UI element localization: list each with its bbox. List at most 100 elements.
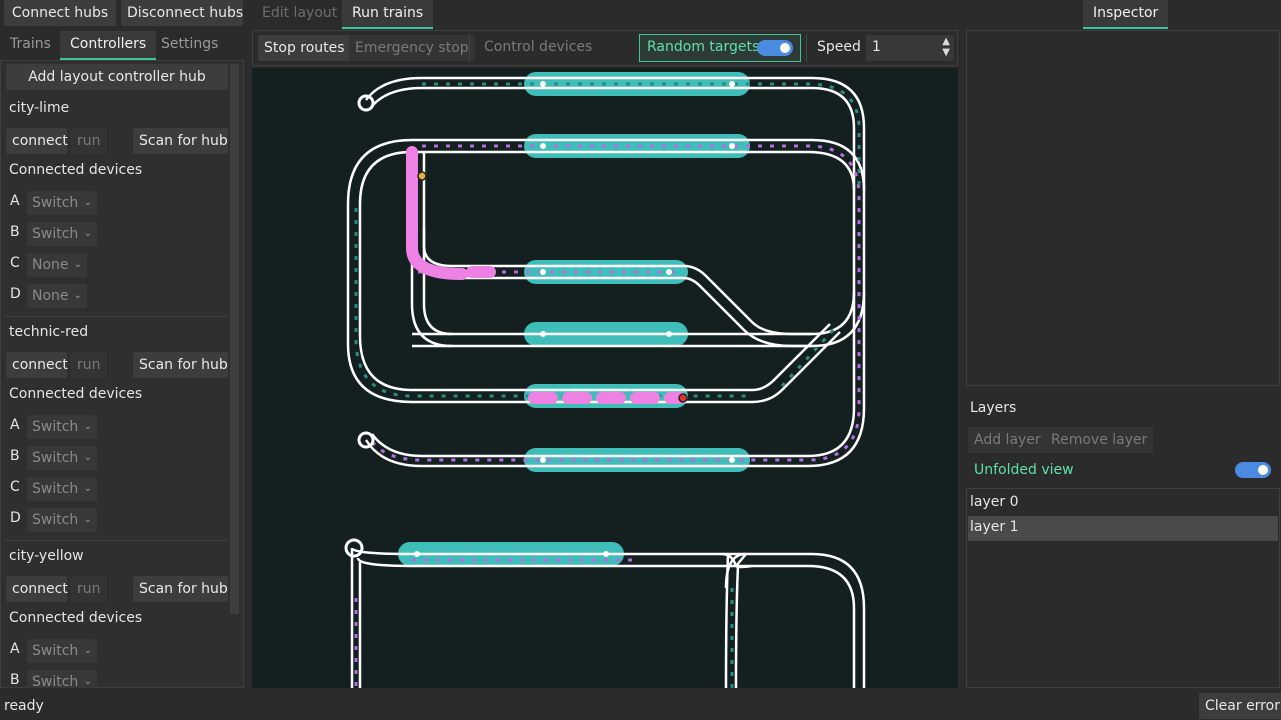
- select-value: Switch: [32, 226, 79, 242]
- divider: [4, 540, 228, 541]
- run-button[interactable]: run: [71, 352, 107, 378]
- divider: [469, 34, 470, 62]
- tab-controllers[interactable]: Controllers: [60, 31, 157, 60]
- port-device-select[interactable]: Switch ⌄: [27, 191, 97, 215]
- port-label: C: [10, 479, 20, 495]
- port-label: B: [10, 672, 20, 688]
- port-device-select[interactable]: Switch ⌄: [27, 508, 97, 532]
- tab-settings[interactable]: Settings: [151, 31, 228, 60]
- chevron-down-icon: ⌄: [83, 197, 92, 208]
- controllers-list: Add layout controller hub city-lime conn…: [4, 62, 242, 688]
- route-path: [367, 144, 861, 462]
- tab-edit-layout[interactable]: Edit layout: [252, 0, 347, 29]
- track: [350, 547, 866, 688]
- chevron-down-icon: ⌄: [83, 676, 92, 687]
- spinner-arrows-icon[interactable]: ▲ ▼: [942, 36, 950, 58]
- train-head-marker: [678, 393, 688, 403]
- port-label: C: [10, 255, 20, 271]
- clear-error-button[interactable]: Clear error: [1199, 693, 1281, 719]
- select-value: None: [32, 288, 69, 304]
- unfolded-view-toggle[interactable]: [1235, 462, 1271, 478]
- train-car: [562, 392, 592, 404]
- scan-for-hub-button[interactable]: Scan for hub: [133, 128, 228, 154]
- platform-marker: [729, 457, 735, 463]
- connect-button[interactable]: connect: [6, 352, 68, 378]
- select-value: Switch: [32, 512, 79, 528]
- port-label: A: [10, 193, 20, 209]
- remove-layer-button[interactable]: Remove layer: [1045, 427, 1154, 453]
- port-device-select[interactable]: Switch ⌄: [27, 639, 97, 663]
- layer-item[interactable]: layer 0: [970, 494, 1018, 510]
- platform-marker: [603, 551, 609, 557]
- tab-trains[interactable]: Trains: [0, 31, 61, 60]
- hub-name: technic-red: [9, 324, 89, 340]
- train-head-marker: [417, 171, 427, 181]
- select-value: Switch: [32, 450, 79, 466]
- layer-item-selected[interactable]: layer 1: [968, 516, 1278, 541]
- speed-spinbox[interactable]: 1 ▲ ▼: [866, 35, 954, 61]
- scan-for-hub-button[interactable]: Scan for hub: [133, 576, 228, 602]
- tab-run-trains[interactable]: Run trains: [342, 0, 434, 29]
- port-device-select[interactable]: None ⌄: [27, 253, 87, 277]
- emergency-stop-button[interactable]: Emergency stop: [349, 35, 475, 61]
- train-car: [466, 266, 496, 278]
- add-layer-button[interactable]: Add layer: [968, 427, 1047, 453]
- port-device-select[interactable]: Switch ⌄: [27, 446, 97, 470]
- connect-hubs-button[interactable]: Connect hubs: [4, 0, 116, 26]
- divider: [4, 316, 228, 317]
- port-device-select[interactable]: Switch ⌄: [27, 477, 97, 501]
- port-label: D: [10, 510, 21, 526]
- platform-marker: [540, 331, 546, 337]
- platform-marker: [666, 269, 672, 275]
- port-label: A: [10, 641, 20, 657]
- random-targets-toggle[interactable]: [757, 40, 793, 56]
- train-car: [528, 392, 558, 404]
- platform-marker: [414, 551, 420, 557]
- select-value: Switch: [32, 481, 79, 497]
- run-button[interactable]: run: [71, 128, 107, 154]
- chevron-down-icon: ⌄: [73, 259, 82, 270]
- disconnect-hubs-button[interactable]: Disconnect hubs: [121, 0, 243, 26]
- random-targets-toggle-box[interactable]: Random targets: [639, 34, 801, 62]
- select-value: Switch: [32, 195, 79, 211]
- track: [721, 552, 747, 688]
- connected-devices-label: Connected devices: [9, 162, 143, 178]
- connect-button[interactable]: connect: [6, 576, 68, 602]
- platform-marker: [540, 269, 546, 275]
- chevron-down-icon: ⌄: [83, 228, 92, 239]
- run-button[interactable]: run: [71, 576, 107, 602]
- select-value: Switch: [32, 419, 79, 435]
- track-end-marker: [344, 538, 364, 558]
- chevron-down-icon: ⌄: [83, 421, 92, 432]
- select-value: None: [32, 257, 69, 273]
- connected-devices-label: Connected devices: [9, 610, 143, 626]
- port-label: B: [10, 448, 20, 464]
- track: [356, 557, 856, 688]
- port-device-select[interactable]: None ⌄: [27, 284, 87, 308]
- port-device-select[interactable]: Switch ⌄: [27, 222, 97, 246]
- control-devices-label[interactable]: Control devices: [484, 39, 592, 55]
- platform: [524, 260, 688, 284]
- port-device-select[interactable]: Switch ⌄: [27, 670, 97, 688]
- scan-for-hub-button[interactable]: Scan for hub: [133, 352, 228, 378]
- tab-inspector[interactable]: Inspector: [1083, 0, 1169, 29]
- connected-devices-label: Connected devices: [9, 386, 143, 402]
- platform-marker: [540, 457, 546, 463]
- layout-canvas[interactable]: [252, 68, 958, 688]
- track-layout[interactable]: [252, 68, 958, 688]
- connect-button[interactable]: connect: [6, 128, 68, 154]
- hub-name: city-yellow: [9, 548, 84, 564]
- add-controller-hub-button[interactable]: Add layout controller hub: [6, 64, 228, 90]
- port-label: D: [10, 286, 21, 302]
- stop-routes-button[interactable]: Stop routes: [258, 35, 351, 61]
- platform-marker: [540, 143, 546, 149]
- speed-label: Speed: [817, 39, 861, 55]
- chevron-down-icon: ⌄: [83, 483, 92, 494]
- random-targets-label: Random targets: [647, 39, 760, 55]
- track: [350, 548, 362, 688]
- status-text: ready: [4, 698, 44, 714]
- chevron-down-icon: ⌄: [83, 452, 92, 463]
- chevron-down-icon: ⌄: [73, 290, 82, 301]
- port-device-select[interactable]: Switch ⌄: [27, 415, 97, 439]
- chevron-down-icon: ⌄: [83, 514, 92, 525]
